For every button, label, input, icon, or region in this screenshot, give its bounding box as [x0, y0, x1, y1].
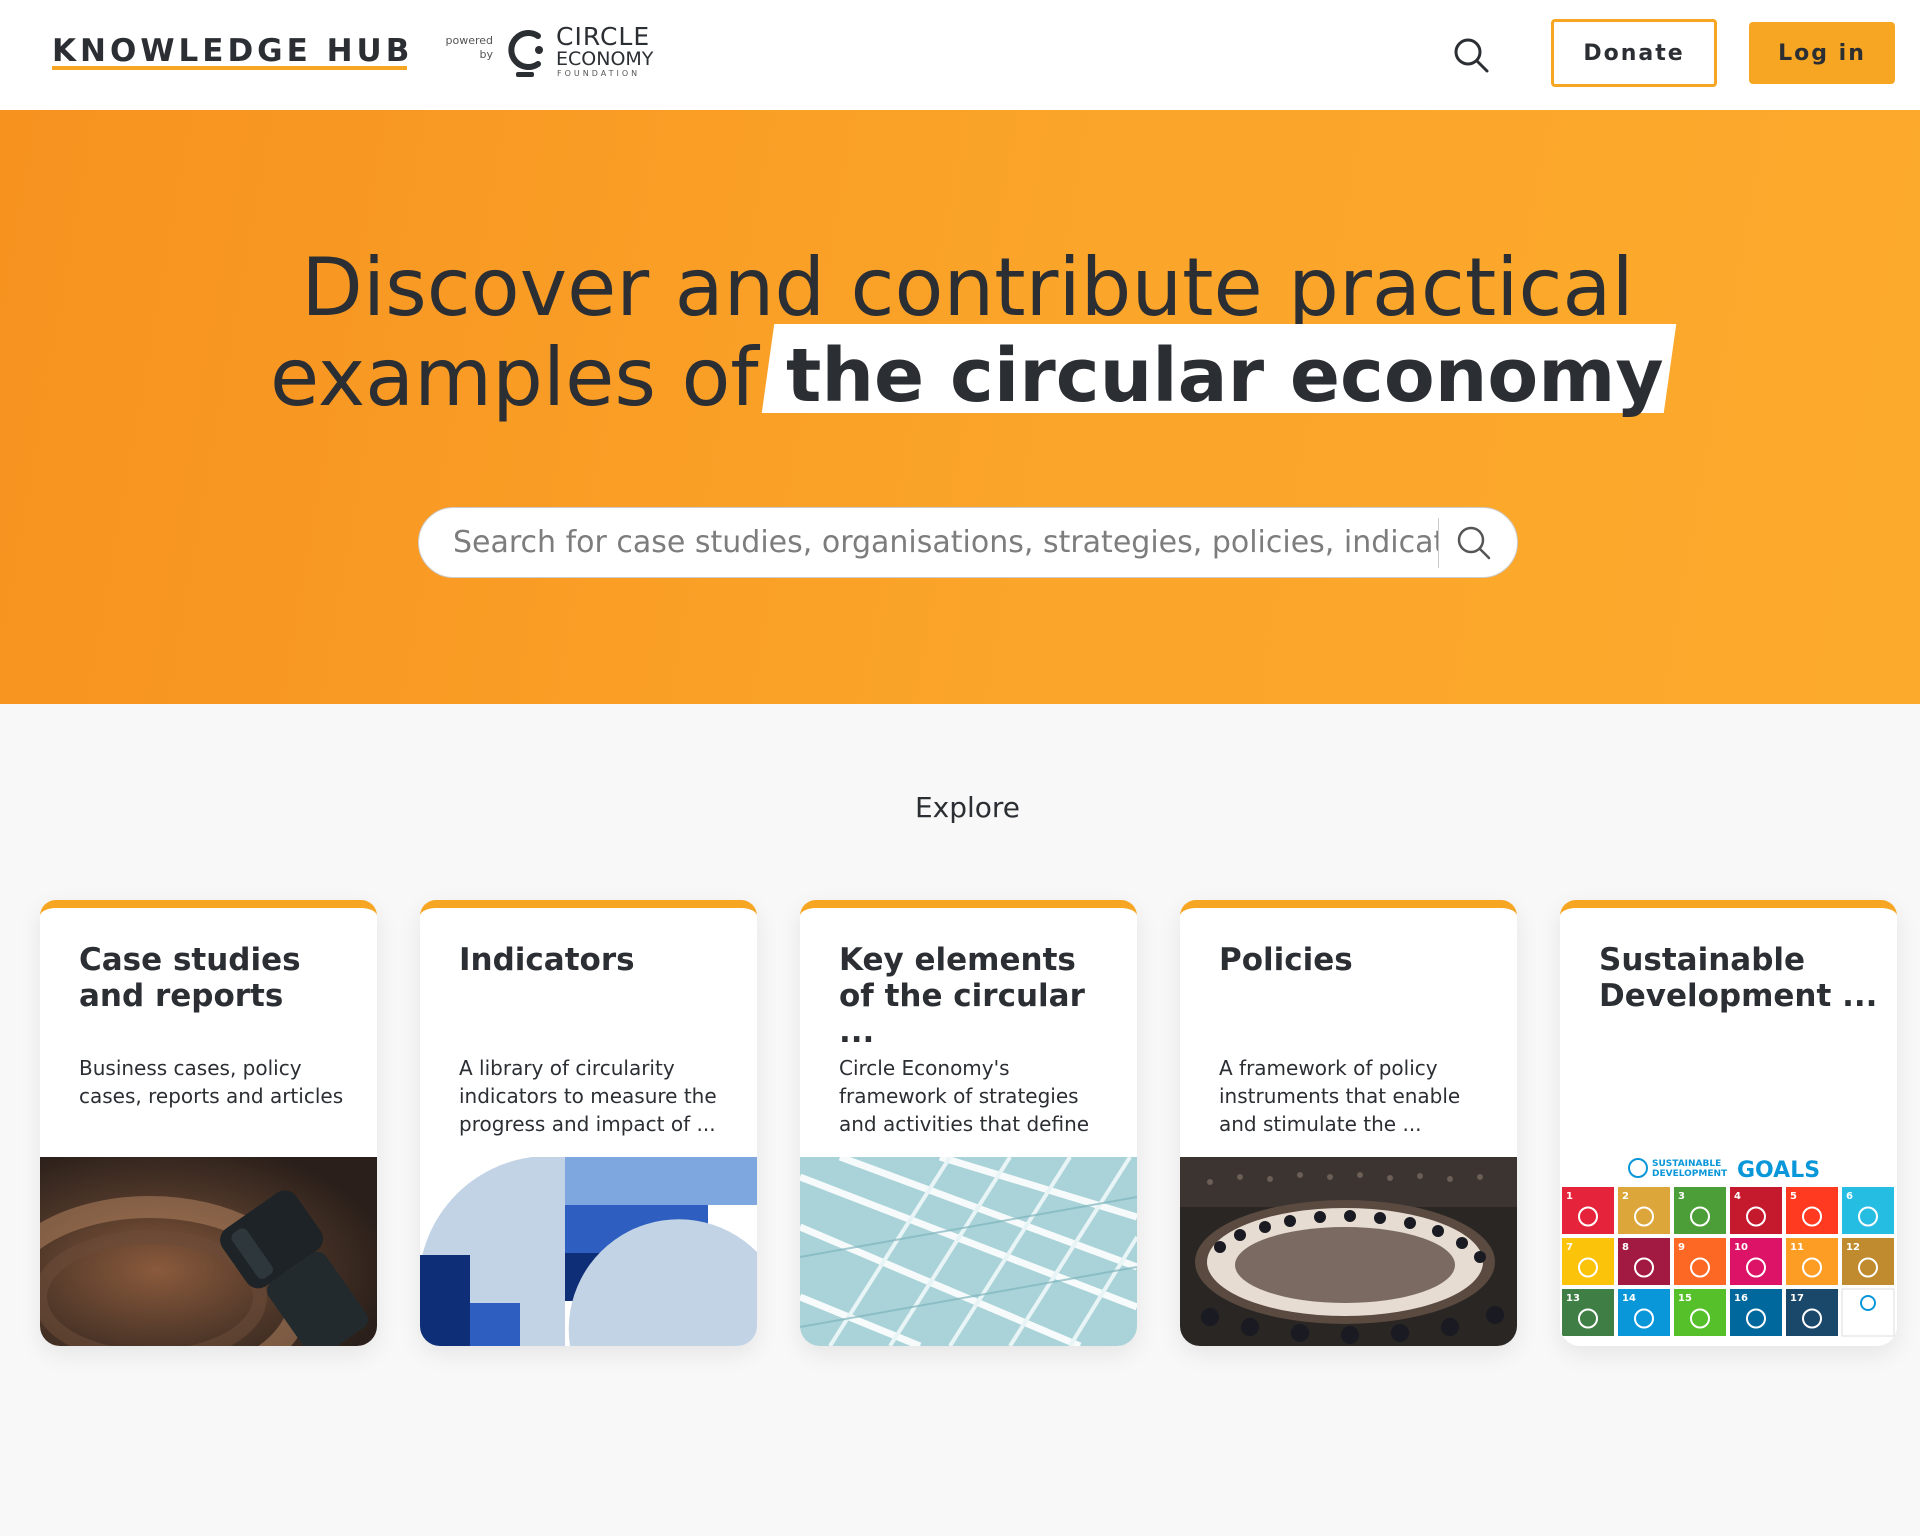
partner-name-line2: ECONOMY	[556, 48, 654, 70]
top-header: KNOWLEDGE HUB powered by CIRCLE ECONOMY …	[0, 0, 1920, 110]
hero-banner: Discover and contribute practical exampl…	[0, 110, 1920, 704]
svg-text:DEVELOPMENT: DEVELOPMENT	[1652, 1169, 1728, 1179]
sdg-goals-grid: SUSTAINABLE DEVELOPMENT GOALS 1234567891…	[1560, 1157, 1897, 1346]
svg-text:SUSTAINABLE: SUSTAINABLE	[1652, 1159, 1721, 1169]
sdg-tile-number: 2	[1622, 1191, 1629, 1202]
card-title: Policies	[1219, 942, 1353, 978]
svg-text:GOALS: GOALS	[1737, 1158, 1820, 1183]
hero-headline-line2: examples of	[270, 331, 759, 424]
explore-heading: Explore	[914, 791, 1021, 824]
sdg-tile-number: 11	[1790, 1242, 1804, 1253]
search-icon[interactable]	[1452, 36, 1490, 74]
hero-headline-line1: Discover and contribute practical	[301, 241, 1634, 334]
search-submit-icon[interactable]	[1451, 520, 1497, 566]
card-description: Circle Economy's framework of strategies…	[839, 1056, 1090, 1136]
sdg-tile-number: 8	[1622, 1242, 1629, 1253]
hero-search-bar	[418, 507, 1518, 578]
sdg-tile-number: 3	[1678, 1191, 1685, 1202]
card-indicators[interactable]: Indicators A library of circularity indi…	[420, 900, 757, 1346]
sdg-tile-number: 16	[1734, 1293, 1748, 1304]
sdg-tile-number: 5	[1790, 1191, 1797, 1202]
logo-underline	[52, 66, 407, 70]
hero-search-input[interactable]	[453, 508, 1438, 577]
card-title: Case studies and reports	[79, 942, 301, 1014]
card-title: Indicators	[459, 942, 635, 978]
sdg-tile-number: 14	[1622, 1293, 1636, 1304]
sdg-tile-number: 6	[1846, 1191, 1853, 1202]
white-architecture-photo	[800, 1157, 1137, 1346]
card-title: Key elements of the circular ...	[839, 942, 1085, 1050]
sdg-tile-number: 10	[1734, 1242, 1748, 1253]
hero-headline-highlight: the circular economy	[786, 333, 1664, 419]
circle-economy-logo-icon[interactable]	[504, 26, 550, 80]
powered-by-label: powered by	[445, 34, 493, 61]
un-council-photo	[1180, 1157, 1517, 1346]
login-button[interactable]: Log in	[1749, 22, 1895, 84]
binoculars-photo	[40, 1157, 377, 1346]
blue-geometric-illustration	[420, 1157, 757, 1346]
card-sustainable-development[interactable]: Sustainable Development ... SUSTAINABLE …	[1560, 900, 1897, 1346]
card-policies[interactable]: Policies A framework of policy instrumen…	[1180, 900, 1517, 1346]
sdg-tile-number: 17	[1790, 1293, 1804, 1304]
card-description: Business cases, policy cases, reports an…	[79, 1056, 344, 1108]
card-description: A library of circularity indicators to m…	[459, 1056, 717, 1136]
sdg-tile-number: 1	[1566, 1191, 1573, 1202]
partner-name-line3: FOUNDATION	[557, 69, 641, 78]
card-case-studies[interactable]: Case studies and reports Business cases,…	[40, 900, 377, 1346]
sdg-tile-number: 13	[1566, 1293, 1580, 1304]
sdg-tile-number: 12	[1846, 1242, 1860, 1253]
sdg-tile-number: 4	[1734, 1191, 1741, 1202]
card-key-elements[interactable]: Key elements of the circular ... Circle …	[800, 900, 1137, 1346]
sdg-tile-number: 7	[1566, 1242, 1573, 1253]
card-description: A framework of policy instruments that e…	[1219, 1056, 1461, 1136]
sdg-tile-number: 9	[1678, 1242, 1685, 1253]
search-divider	[1438, 518, 1439, 568]
sdg-tile-number: 15	[1678, 1293, 1692, 1304]
donate-button[interactable]: Donate	[1551, 19, 1717, 87]
card-title: Sustainable Development ...	[1599, 942, 1878, 1014]
